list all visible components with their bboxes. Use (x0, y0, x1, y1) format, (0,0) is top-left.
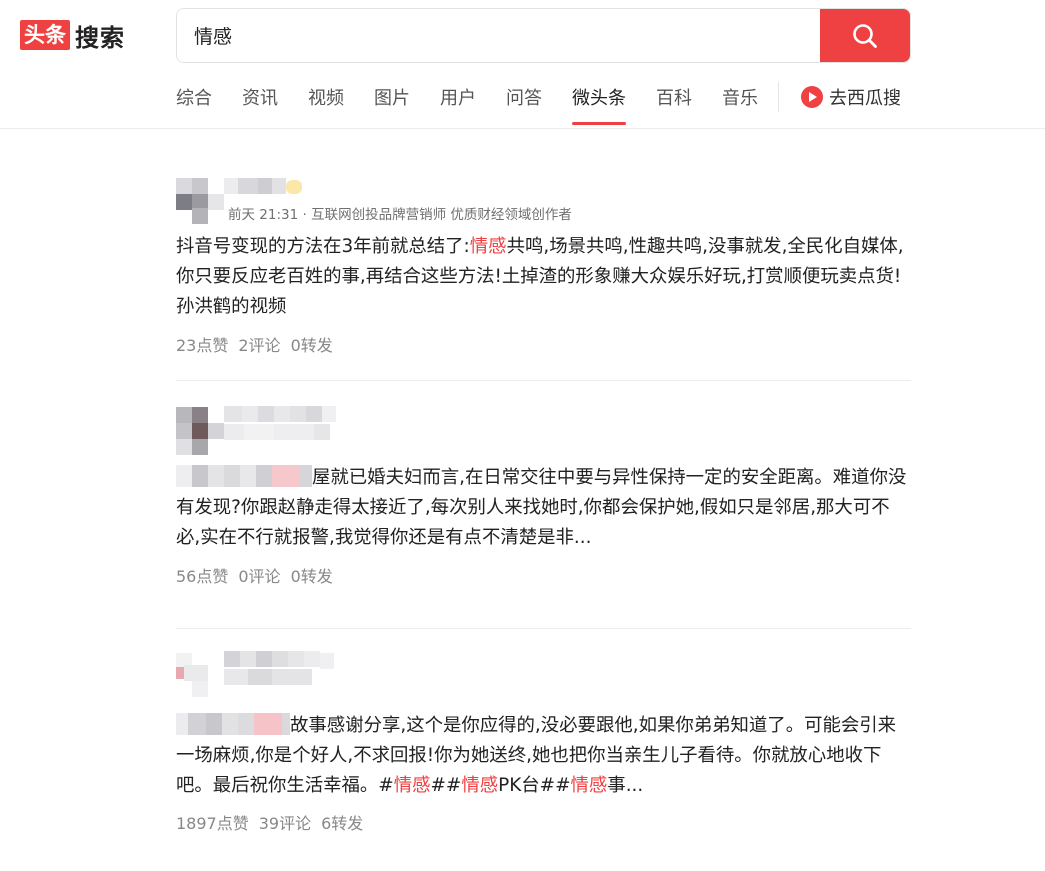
tab-images[interactable]: 图片 (374, 84, 410, 125)
post-content[interactable]: 抖音号变现的方法在3年前就总结了:情感共鸣,场景共鸣,性趣共鸣,没事就发,全民化… (176, 232, 911, 322)
content-text: 事... (607, 775, 644, 796)
tab-divider (778, 82, 779, 112)
comment-count[interactable]: 2评论 (238, 332, 280, 356)
tab-weitoutiao[interactable]: 微头条 (572, 84, 626, 125)
keyword-highlight: 情感 (393, 775, 431, 796)
post-stats: 56点赞 0评论 0转发 (176, 563, 911, 587)
tab-video[interactable]: 视频 (308, 84, 344, 125)
comment-count[interactable]: 39评论 (259, 810, 311, 834)
comment-count[interactable]: 0评论 (238, 563, 280, 587)
content-text: 抖音号变现的方法在3年前就总结了: (176, 236, 470, 257)
tab-comprehensive[interactable]: 综合 (176, 84, 212, 125)
author-row: 前天 21:31 · 互联网创投品牌营销师 优质财经领域创作者 (176, 175, 911, 224)
tab-bar: 综合 资讯 视频 图片 用户 问答 微头条 百科 音乐 去西瓜搜 (176, 82, 901, 128)
share-count[interactable]: 0转发 (291, 332, 333, 356)
xigua-search-link[interactable]: 去西瓜搜 (801, 84, 901, 110)
results-list: 前天 21:31 · 互联网创投品牌营销师 优质财经领域创作者 抖音号变现的方法… (176, 175, 911, 871)
like-count[interactable]: 23点赞 (176, 332, 228, 356)
avatar[interactable] (176, 177, 224, 224)
result-card: 故事感谢分享,这个是你应得的,没必要跟他,如果你弟弟知道了。可能会引来一场麻烦,… (176, 651, 911, 871)
post-stats: 23点赞 2评论 0转发 (176, 332, 911, 356)
search-bar (176, 8, 911, 63)
blurred-text (176, 465, 312, 487)
content-text: ## (430, 775, 462, 796)
xigua-label: 去西瓜搜 (829, 88, 901, 109)
post-meta: 前天 21:31 · 互联网创投品牌营销师 优质财经领域创作者 (228, 207, 572, 223)
tab-users[interactable]: 用户 (440, 84, 476, 125)
like-count[interactable]: 1897点赞 (176, 810, 249, 834)
tab-music[interactable]: 音乐 (722, 84, 758, 125)
post-stats: 1897点赞 39评论 6转发 (176, 810, 911, 834)
post-content[interactable]: 故事感谢分享,这个是你应得的,没必要跟他,如果你弟弟知道了。可能会引来一场麻烦,… (176, 711, 911, 801)
post-content[interactable]: 屋就已婚夫妇而言,在日常交往中要与异性保持一定的安全距离。难道你没有发现?你跟赵… (176, 463, 911, 553)
share-count[interactable]: 0转发 (291, 563, 333, 587)
tab-baike[interactable]: 百科 (656, 84, 692, 125)
toutiao-search-logo[interactable]: 头条 搜索 (20, 19, 125, 52)
logo-text: 搜索 (75, 23, 125, 52)
blurred-text (176, 713, 290, 735)
tab-news[interactable]: 资讯 (242, 84, 278, 125)
like-count[interactable]: 56点赞 (176, 563, 228, 587)
author-row (176, 651, 911, 699)
result-card: 前天 21:31 · 互联网创投品牌营销师 优质财经领域创作者 抖音号变现的方法… (176, 175, 911, 381)
share-count[interactable]: 6转发 (321, 810, 363, 834)
search-input[interactable] (177, 9, 820, 62)
logo-box: 头条 (20, 20, 70, 50)
author-name[interactable] (224, 651, 336, 691)
search-icon (853, 23, 877, 48)
author-row (176, 404, 911, 455)
content-text: PK台## (498, 775, 571, 796)
keyword-highlight: 情感 (469, 236, 507, 257)
author-name[interactable] (224, 404, 336, 444)
result-card: 屋就已婚夫妇而言,在日常交往中要与异性保持一定的安全距离。难道你没有发现?你跟赵… (176, 404, 911, 629)
keyword-highlight: 情感 (570, 775, 608, 796)
header: 头条 搜索 综合 资讯 视频 图片 用户 问答 微头条 百科 音乐 去西瓜搜 (0, 0, 1045, 129)
search-button[interactable] (820, 9, 910, 62)
avatar[interactable] (176, 653, 220, 697)
xigua-play-icon (801, 86, 823, 108)
tab-qa[interactable]: 问答 (506, 84, 542, 125)
keyword-highlight: 情感 (461, 775, 499, 796)
avatar[interactable] (176, 406, 224, 455)
